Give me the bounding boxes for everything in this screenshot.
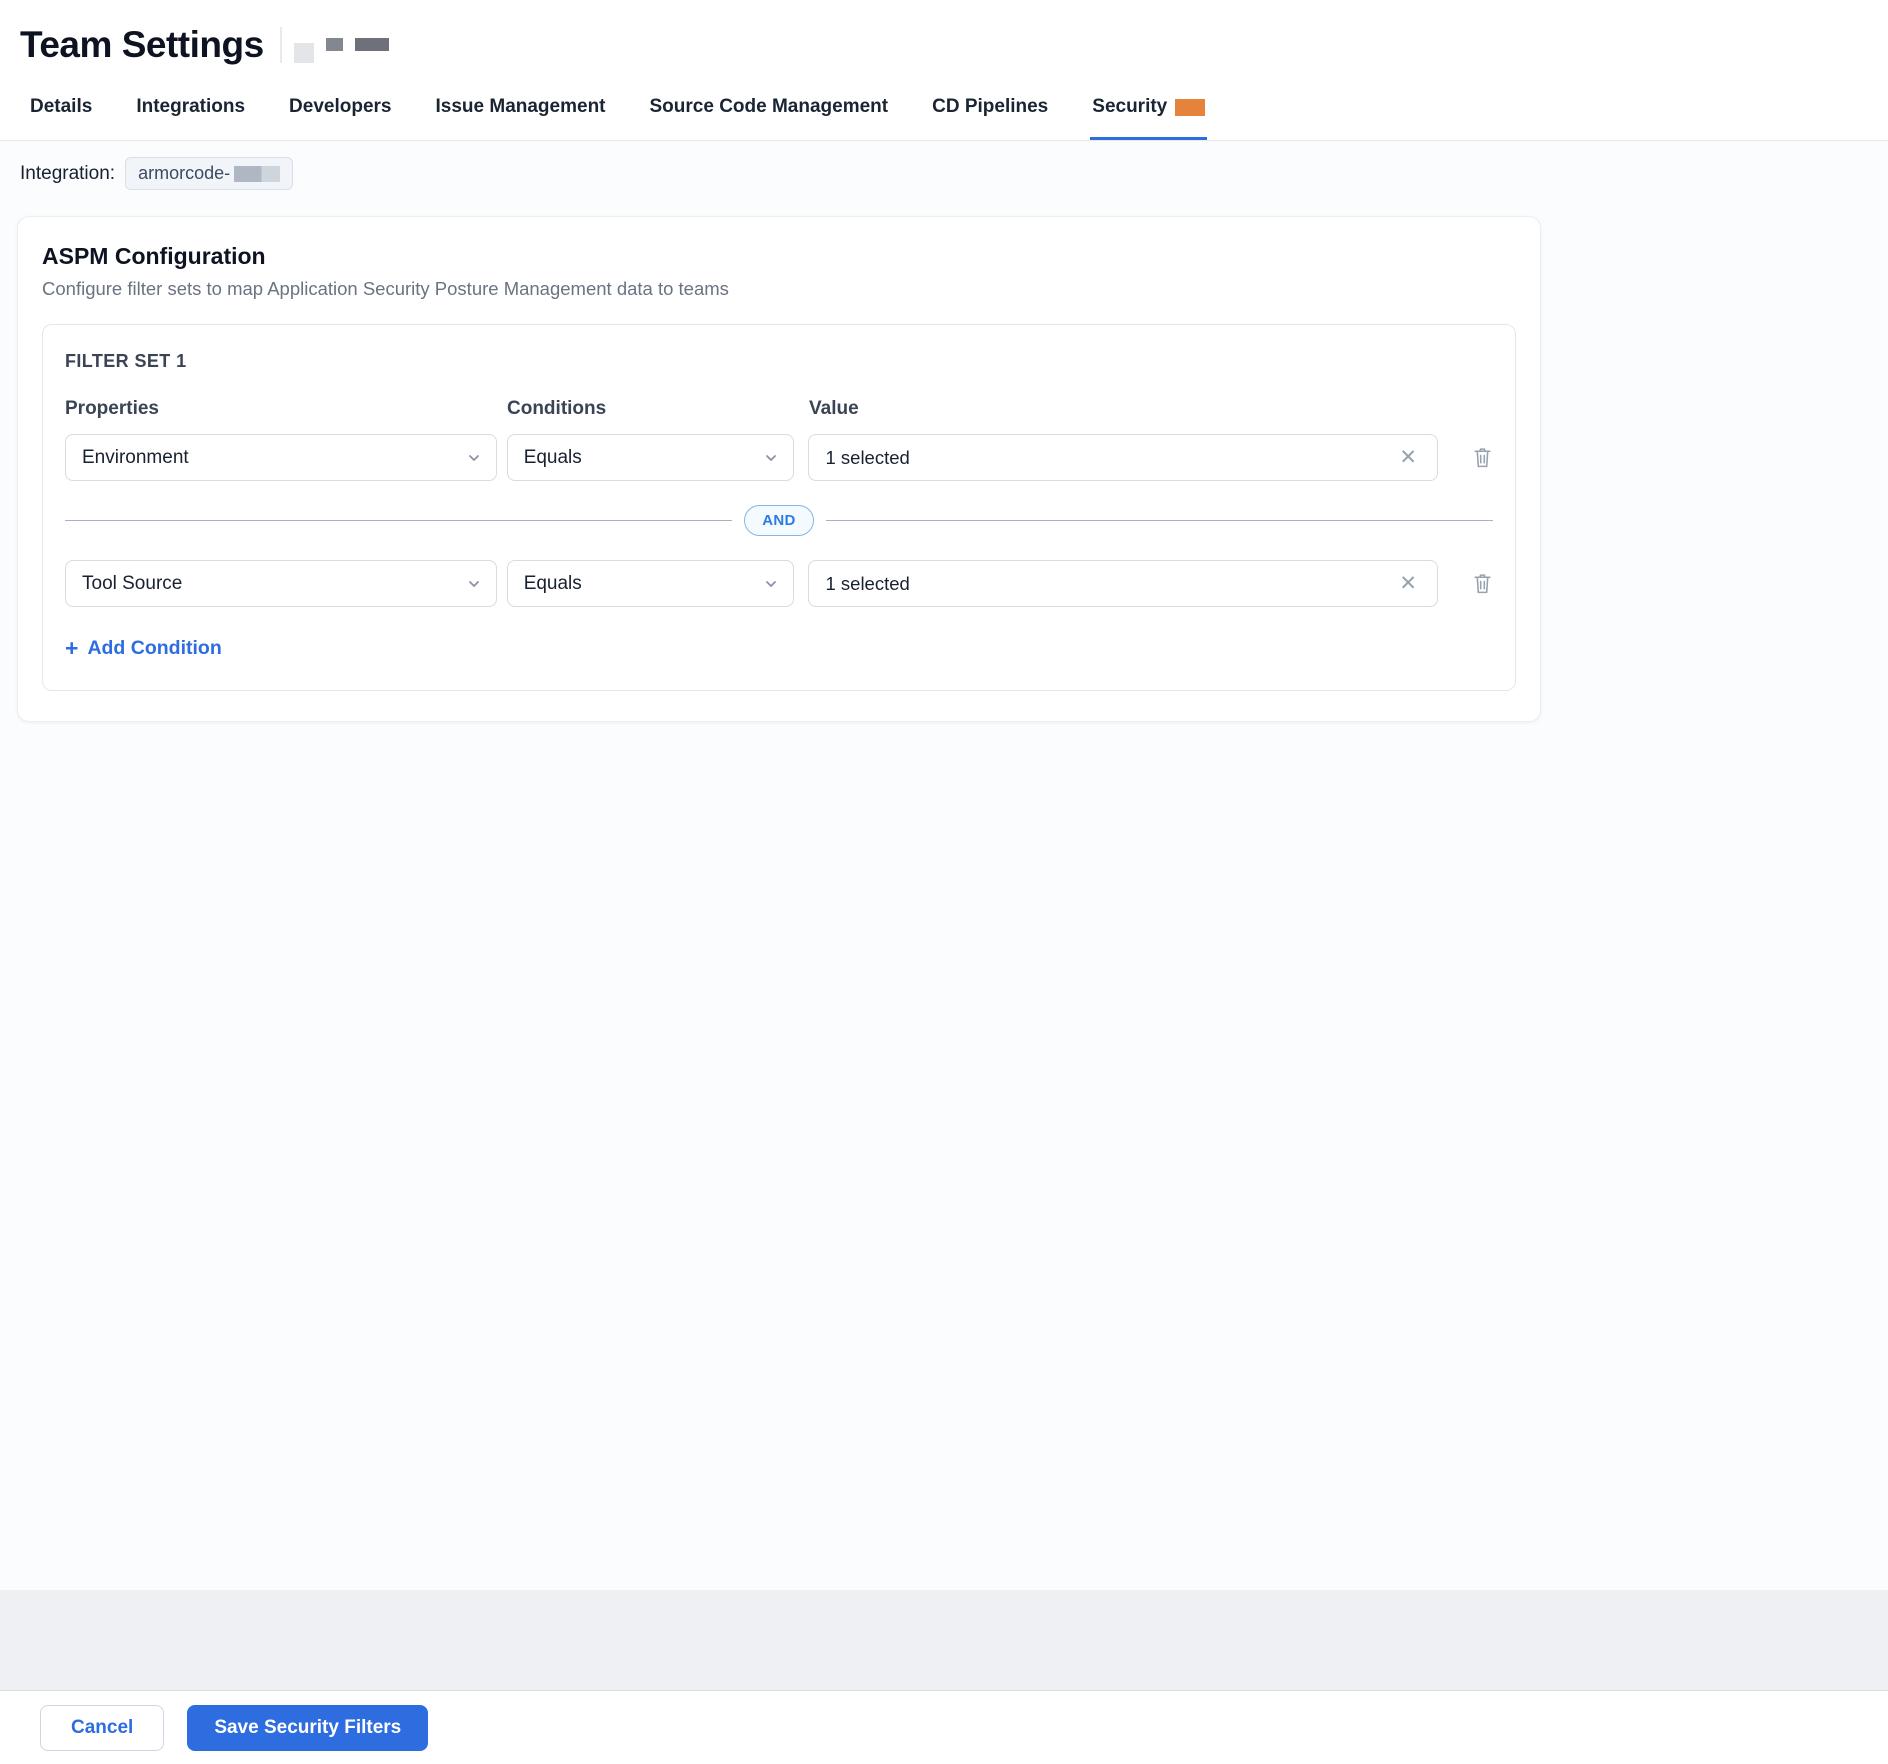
property-select-value: Environment [82, 447, 189, 469]
tab-security-label: Security [1092, 96, 1167, 118]
property-select[interactable]: Environment [65, 434, 497, 481]
integration-chip: armorcode- [125, 157, 293, 190]
chevron-down-icon [466, 576, 482, 592]
value-multiselect[interactable]: 1 selected ✕ [808, 434, 1438, 481]
aspm-title: ASPM Configuration [42, 243, 1516, 270]
chevron-down-icon [466, 450, 482, 466]
filter-column-headers: Properties Conditions Value [65, 398, 1493, 420]
add-condition-label: Add Condition [87, 637, 221, 660]
condition-select-value: Equals [524, 573, 582, 595]
filter-row: Environment Equals 1 selected ✕ [65, 434, 1493, 481]
plus-icon: + [65, 637, 78, 660]
add-condition-button[interactable]: + Add Condition [65, 637, 222, 660]
redacted-badge [1175, 99, 1205, 116]
page-title: Team Settings [20, 24, 264, 66]
aspm-configuration-card: ASPM Configuration Configure filter sets… [17, 216, 1541, 722]
value-multiselect-text: 1 selected [825, 447, 909, 469]
condition-select-value: Equals [524, 447, 582, 469]
properties-column-header: Properties [65, 398, 507, 420]
trash-icon[interactable] [1472, 446, 1493, 469]
property-select[interactable]: Tool Source [65, 560, 497, 607]
tab-security[interactable]: Security [1090, 80, 1207, 140]
and-divider: AND [65, 505, 1493, 536]
tab-cd-pipelines[interactable]: CD Pipelines [930, 80, 1050, 140]
integration-row: Integration: armorcode- [0, 141, 1888, 204]
aspm-subtitle: Configure filter sets to map Application… [42, 278, 1516, 300]
redacted-header-blocks [280, 25, 389, 65]
bottom-strip [0, 1590, 1888, 1690]
save-security-filters-button[interactable]: Save Security Filters [187, 1705, 428, 1751]
divider-line [826, 520, 1493, 521]
cancel-button[interactable]: Cancel [40, 1705, 164, 1751]
redacted-block [326, 38, 343, 51]
condition-select[interactable]: Equals [507, 560, 795, 607]
footer-action-bar: Cancel Save Security Filters [0, 1690, 1888, 1764]
filter-set-title: FILTER SET 1 [65, 351, 1493, 372]
clear-icon[interactable]: ✕ [1395, 571, 1421, 596]
redacted-text [234, 166, 280, 182]
chevron-down-icon [763, 450, 779, 466]
value-multiselect[interactable]: 1 selected ✕ [808, 560, 1438, 607]
divider-line [65, 520, 732, 521]
redacted-block [294, 43, 314, 63]
value-column-header: Value [809, 398, 1493, 420]
value-multiselect-text: 1 selected [825, 573, 909, 595]
trash-icon[interactable] [1472, 572, 1493, 595]
redacted-block [355, 38, 389, 51]
filter-set-1: FILTER SET 1 Properties Conditions Value… [42, 324, 1516, 691]
tab-source-code-management[interactable]: Source Code Management [648, 80, 891, 140]
and-operator-pill: AND [744, 505, 813, 536]
tab-issue-management[interactable]: Issue Management [434, 80, 608, 140]
filter-row: Tool Source Equals 1 selected ✕ [65, 560, 1493, 607]
tab-bar: Details Integrations Developers Issue Ma… [0, 80, 1888, 141]
conditions-column-header: Conditions [507, 398, 809, 420]
integration-label: Integration: [20, 163, 115, 185]
tab-integrations[interactable]: Integrations [134, 80, 247, 140]
divider [280, 27, 282, 63]
condition-select[interactable]: Equals [507, 434, 795, 481]
integration-chip-text: armorcode- [138, 163, 230, 184]
main-content: Integration: armorcode- ASPM Configurati… [0, 141, 1888, 1590]
page-header: Team Settings Details Integrations Devel… [0, 0, 1888, 141]
chevron-down-icon [763, 576, 779, 592]
tab-developers[interactable]: Developers [287, 80, 393, 140]
property-select-value: Tool Source [82, 573, 182, 595]
tab-details[interactable]: Details [28, 80, 94, 140]
clear-icon[interactable]: ✕ [1395, 445, 1421, 470]
